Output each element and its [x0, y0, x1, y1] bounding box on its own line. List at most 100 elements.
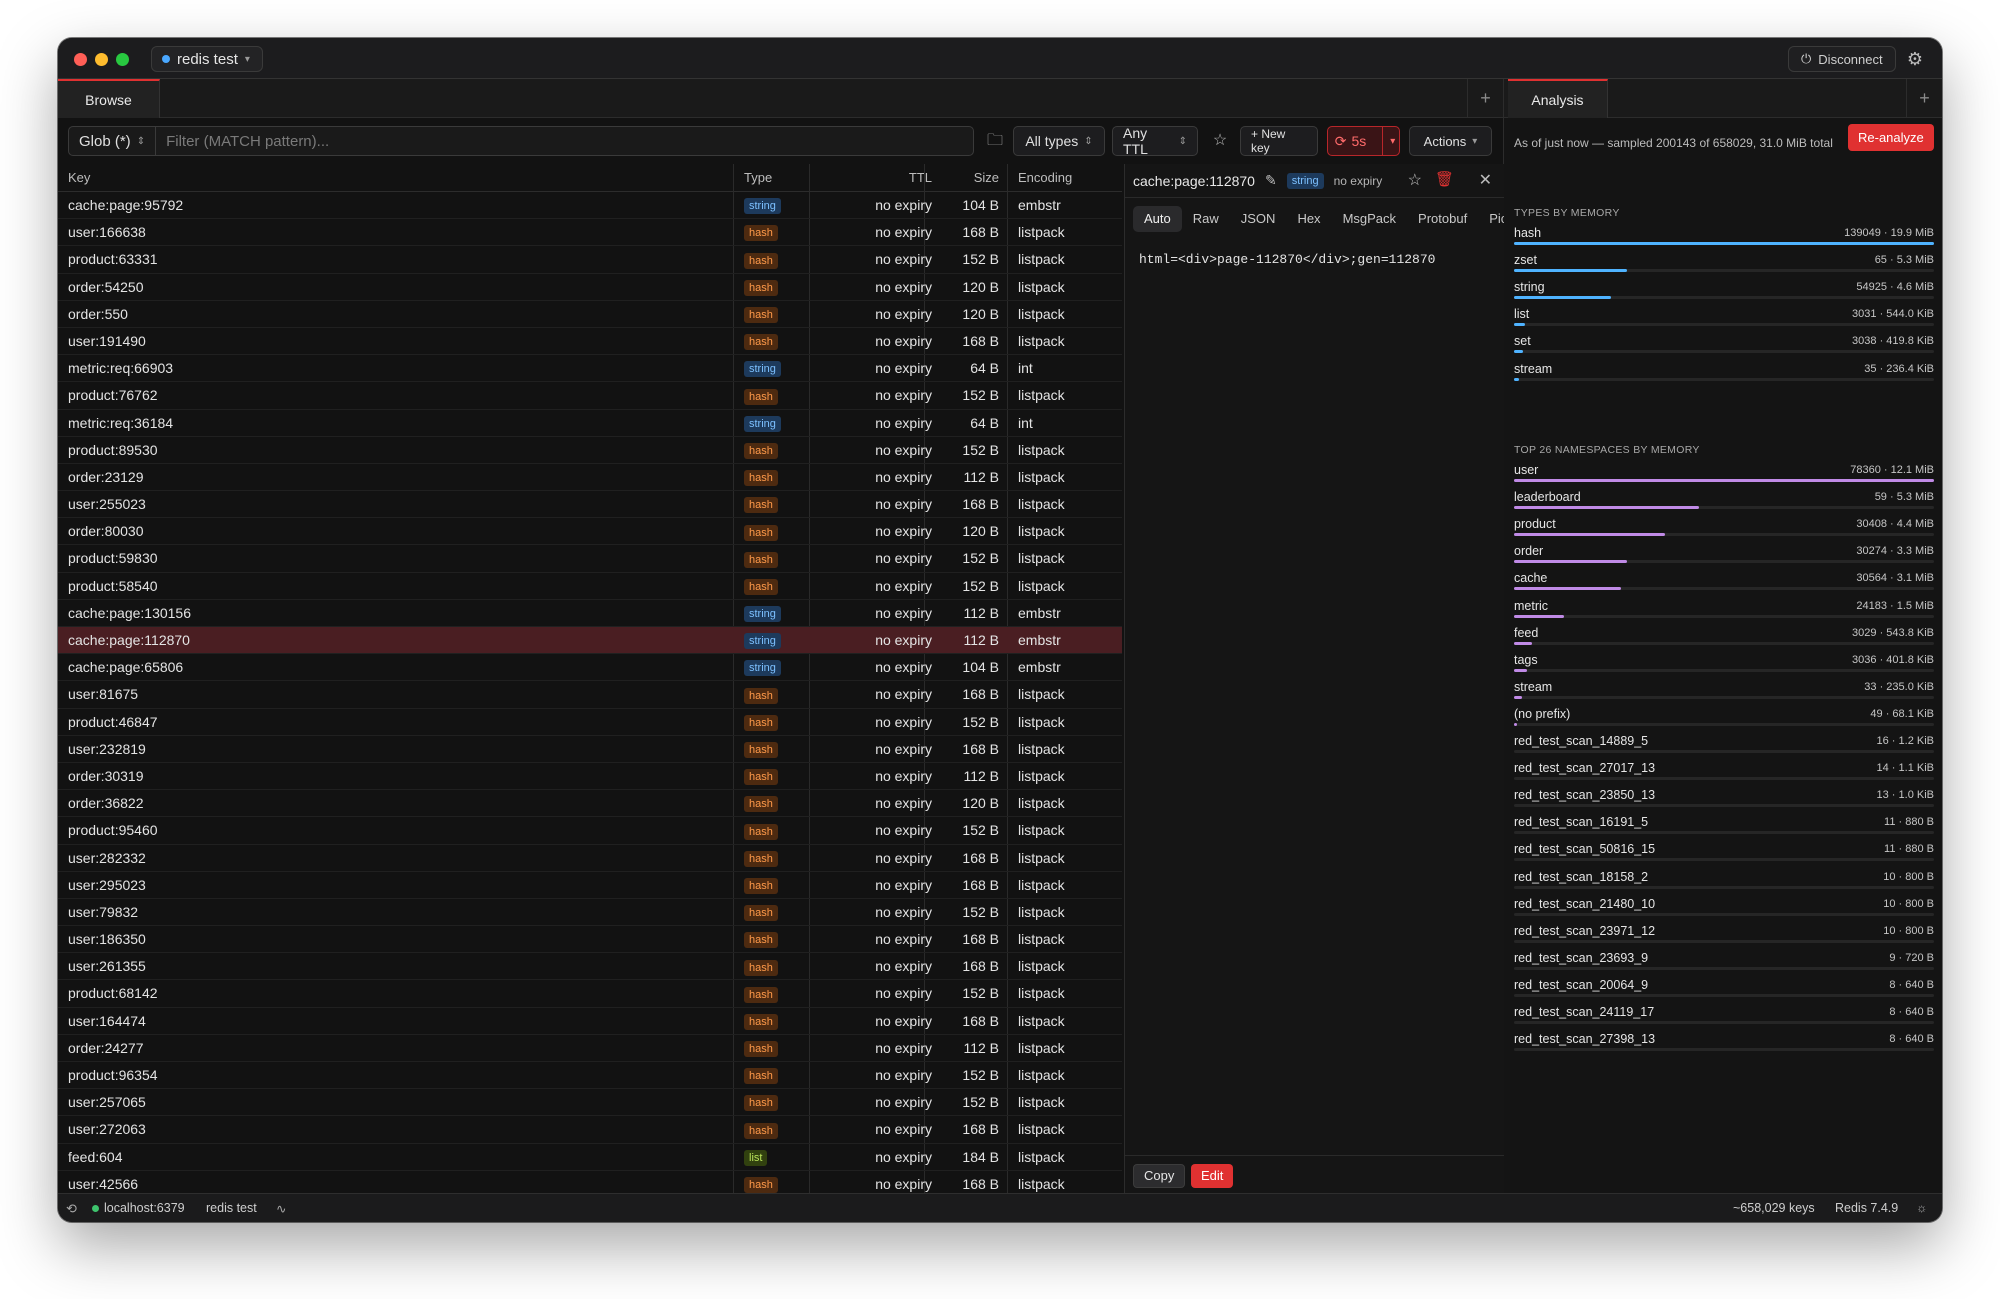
table-row[interactable]: metric:req:66903 string no expiry 64 B int: [58, 355, 1122, 383]
table-row[interactable]: product:58540 hash no expiry 152 B listpack: [58, 573, 1122, 600]
tab-browse[interactable]: Browse: [58, 79, 160, 118]
tab-auto[interactable]: Auto: [1133, 206, 1182, 232]
table-row[interactable]: metric:req:36184 string no expiry 64 B int: [58, 410, 1122, 437]
table-row[interactable]: user:295023 hash no expiry 168 B listpack: [58, 872, 1122, 899]
star-icon[interactable]: ☆: [1208, 129, 1232, 153]
memory-row[interactable]: feed 3029 · 543.8 KiB: [1514, 626, 1934, 653]
filter-input[interactable]: [156, 132, 973, 150]
value-viewer[interactable]: html=<div>page-112870</div>;gen=112870: [1139, 252, 1435, 267]
memory-row[interactable]: cache 30564 · 3.1 MiB: [1514, 571, 1934, 598]
column-header-size[interactable]: Size: [938, 164, 999, 192]
table-row[interactable]: order:36822 hash no expiry 120 B listpack: [58, 790, 1122, 818]
memory-row[interactable]: hash 139049 · 19.9 MiB: [1514, 226, 1934, 253]
tab-hex[interactable]: Hex: [1286, 206, 1331, 232]
rename-pencil-icon[interactable]: ✎: [1265, 172, 1277, 189]
chevron-down-icon[interactable]: ▾: [1382, 127, 1402, 155]
table-row[interactable]: product:46847 hash no expiry 152 B listpack: [58, 709, 1122, 736]
table-row[interactable]: product:76762 hash no expiry 152 B listpack: [58, 382, 1122, 410]
close-icon[interactable]: ✕: [1479, 170, 1492, 190]
memory-row[interactable]: list 3031 · 544.0 KiB: [1514, 307, 1934, 334]
ttl-filter-select[interactable]: Any TTL ⇕: [1112, 125, 1198, 157]
connection-selector[interactable]: redis test ▾: [151, 46, 263, 72]
memory-row[interactable]: red_test_scan_24119_17 8 · 640 B: [1514, 1005, 1934, 1032]
memory-row[interactable]: product 30408 · 4.4 MiB: [1514, 517, 1934, 544]
add-tab-icon[interactable]: +: [1906, 79, 1942, 118]
table-row[interactable]: user:79832 hash no expiry 152 B listpack: [58, 899, 1122, 927]
memory-row[interactable]: red_test_scan_18158_2 10 · 800 B: [1514, 870, 1934, 897]
table-row[interactable]: order:550 hash no expiry 120 B listpack: [58, 301, 1122, 328]
memory-row[interactable]: red_test_scan_23971_12 10 · 800 B: [1514, 924, 1934, 951]
memory-row[interactable]: red_test_scan_21480_10 10 · 800 B: [1514, 897, 1934, 924]
type-filter-select[interactable]: All types ⇕: [1013, 126, 1105, 156]
table-row[interactable]: order:23129 hash no expiry 112 B listpack: [58, 464, 1122, 492]
table-row[interactable]: user:166638 hash no expiry 168 B listpack: [58, 219, 1122, 247]
new-key-button[interactable]: + New key: [1240, 126, 1318, 156]
memory-row[interactable]: red_test_scan_50816_15 11 · 880 B: [1514, 842, 1934, 869]
tab-protobuf[interactable]: Protobuf: [1407, 206, 1478, 232]
memory-row[interactable]: red_test_scan_27017_13 14 · 1.1 KiB: [1514, 761, 1934, 788]
table-row[interactable]: user:272063 hash no expiry 168 B listpack: [58, 1116, 1122, 1144]
minimize-window-button[interactable]: [95, 53, 108, 66]
table-row[interactable]: order:54250 hash no expiry 120 B listpack: [58, 274, 1122, 301]
table-row[interactable]: cache:page:95792 string no expiry 104 B embs…: [58, 192, 1122, 220]
star-icon[interactable]: ☆: [1408, 170, 1422, 190]
table-row[interactable]: product:63331 hash no expiry 152 B listpack: [58, 246, 1122, 274]
tab-raw[interactable]: Raw: [1182, 206, 1230, 232]
reanalyze-button[interactable]: Re-analyze: [1848, 124, 1934, 151]
table-row[interactable]: order:80030 hash no expiry 120 B listpack: [58, 518, 1122, 546]
tab-analysis[interactable]: Analysis: [1508, 79, 1608, 118]
table-row[interactable]: feed:604 list no expiry 184 B listpack: [58, 1144, 1122, 1171]
memory-row[interactable]: red_test_scan_23693_9 9 · 720 B: [1514, 951, 1934, 978]
memory-row[interactable]: red_test_scan_14889_5 16 · 1.2 KiB: [1514, 734, 1934, 761]
table-row[interactable]: user:282332 hash no expiry 168 B listpack: [58, 845, 1122, 872]
folder-icon[interactable]: 🗀: [983, 129, 1007, 153]
column-header-ttl[interactable]: TTL: [818, 164, 932, 192]
edit-button[interactable]: Edit: [1191, 1164, 1234, 1188]
table-row[interactable]: cache:page:65806 string no expiry 104 B embs…: [58, 654, 1122, 682]
activity-pulse-icon[interactable]: ∿: [276, 1201, 286, 1216]
memory-row[interactable]: order 30274 · 3.3 MiB: [1514, 544, 1934, 571]
copy-button[interactable]: Copy: [1133, 1164, 1186, 1188]
table-row[interactable]: user:261355 hash no expiry 168 B listpack: [58, 953, 1122, 981]
add-tab-icon[interactable]: +: [1467, 79, 1503, 118]
table-row[interactable]: user:232819 hash no expiry 168 B listpack: [58, 736, 1122, 763]
column-header-encoding[interactable]: Encoding: [1018, 164, 1072, 192]
zoom-window-button[interactable]: [116, 53, 129, 66]
detail-ttl[interactable]: no expiry: [1334, 174, 1383, 188]
memory-row[interactable]: stream 33 · 235.0 KiB: [1514, 680, 1934, 707]
auto-refresh-button[interactable]: ⟳ 5s ▾: [1327, 126, 1400, 156]
table-row[interactable]: order:24277 hash no expiry 112 B listpack: [58, 1035, 1122, 1062]
memory-row[interactable]: tags 3036 · 401.8 KiB: [1514, 653, 1934, 680]
table-row[interactable]: cache:page:112870 string no expiry 112 B emb…: [58, 627, 1122, 655]
refresh-interval[interactable]: ⟳ 5s: [1325, 127, 1377, 155]
column-header-type[interactable]: Type: [744, 164, 772, 192]
table-row[interactable]: product:95460 hash no expiry 152 B listpack: [58, 817, 1122, 845]
memory-row[interactable]: red_test_scan_16191_5 11 · 880 B: [1514, 815, 1934, 842]
trash-icon[interactable]: 🗑: [1435, 170, 1454, 188]
table-row[interactable]: user:81675 hash no expiry 168 B listpack: [58, 681, 1122, 709]
tab-msgpack[interactable]: MsgPack: [1332, 206, 1407, 232]
theme-sun-icon[interactable]: ☼: [1916, 1201, 1927, 1215]
memory-row[interactable]: string 54925 · 4.6 MiB: [1514, 280, 1934, 307]
memory-row[interactable]: leaderboard 59 · 5.3 MiB: [1514, 490, 1934, 517]
memory-row[interactable]: set 3038 · 419.8 KiB: [1514, 334, 1934, 361]
table-row[interactable]: user:164474 hash no expiry 168 B listpack: [58, 1008, 1122, 1035]
table-row[interactable]: product:59830 hash no expiry 152 B listpack: [58, 545, 1122, 573]
memory-row[interactable]: red_test_scan_27398_13 8 · 640 B: [1514, 1032, 1934, 1059]
table-row[interactable]: product:96354 hash no expiry 152 B listpack: [58, 1062, 1122, 1090]
table-row[interactable]: user:255023 hash no expiry 168 B listpack: [58, 491, 1122, 519]
table-row[interactable]: product:68142 hash no expiry 152 B listpack: [58, 980, 1122, 1008]
memory-row[interactable]: stream 35 · 236.4 KiB: [1514, 362, 1934, 389]
table-row[interactable]: user:191490 hash no expiry 168 B listpack: [58, 328, 1122, 356]
close-window-button[interactable]: [74, 53, 87, 66]
table-row[interactable]: user:186350 hash no expiry 168 B listpack: [58, 926, 1122, 954]
tab-json[interactable]: JSON: [1230, 206, 1287, 232]
actions-menu-button[interactable]: Actions ▾: [1409, 126, 1492, 156]
history-icon[interactable]: ⟲: [66, 1201, 77, 1217]
memory-row[interactable]: metric 24183 · 1.5 MiB: [1514, 599, 1934, 626]
glob-mode-selector[interactable]: Glob (*) ⇕: [69, 127, 157, 155]
tab-pic[interactable]: Pic: [1478, 206, 1507, 232]
table-row[interactable]: order:30319 hash no expiry 112 B listpack: [58, 763, 1122, 791]
column-header-key[interactable]: Key: [68, 164, 90, 192]
memory-row[interactable]: (no prefix) 49 · 68.1 KiB: [1514, 707, 1934, 734]
